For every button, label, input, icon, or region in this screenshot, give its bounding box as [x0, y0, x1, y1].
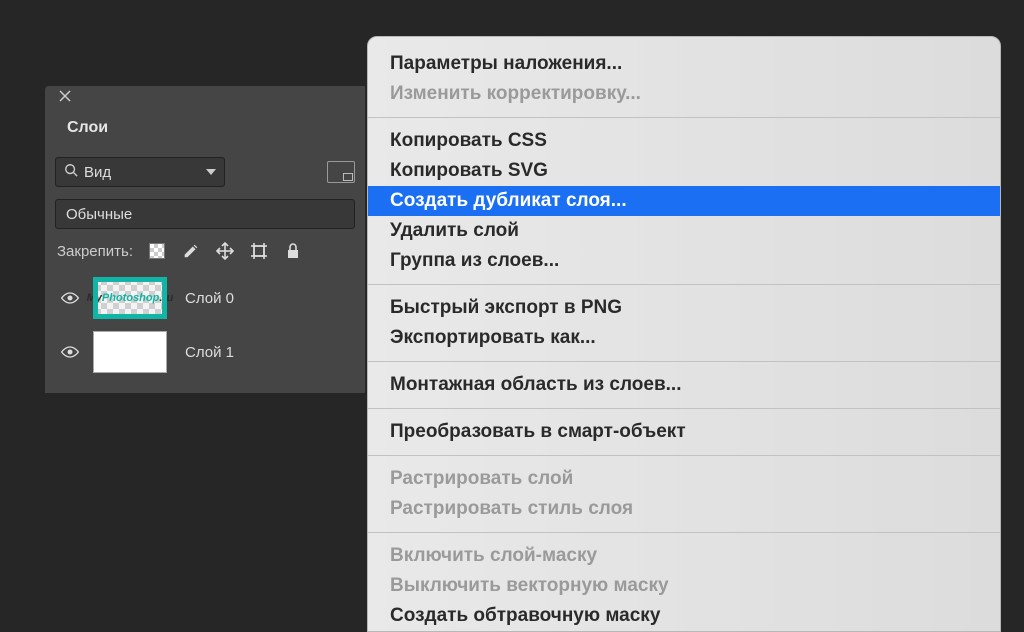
context-menu-item[interactable]: Преобразовать в смарт-объект: [368, 417, 1000, 447]
search-icon: [64, 163, 78, 181]
context-menu-item: Изменить корректировку...: [368, 79, 1000, 109]
context-menu-item: Растрировать стиль слоя: [368, 494, 1000, 524]
layer-thumbnail-0[interactable]: MyPhotoshop.ru: [93, 277, 167, 319]
context-menu-item[interactable]: Копировать CSS: [368, 126, 1000, 156]
lock-row: Закрепить:: [55, 241, 355, 261]
context-menu-item[interactable]: Удалить слой: [368, 216, 1000, 246]
context-menu-separator: [368, 284, 1000, 285]
layers-panel: Слои Вид Обычные Закрепить:: [45, 86, 365, 393]
context-menu-separator: [368, 532, 1000, 533]
layer-filter-dropdown[interactable]: Вид: [55, 157, 225, 187]
context-menu-item[interactable]: Параметры наложения...: [368, 37, 1000, 79]
lock-pixels-icon[interactable]: [181, 241, 201, 261]
context-menu-item: Растрировать слой: [368, 464, 1000, 494]
context-menu-separator: [368, 117, 1000, 118]
context-menu-separator: [368, 408, 1000, 409]
blend-mode-row: Обычные: [55, 199, 355, 229]
lock-all-icon[interactable]: [283, 241, 303, 261]
lock-transparency-icon[interactable]: [147, 241, 167, 261]
layer-thumbnail-1[interactable]: [93, 331, 167, 373]
lock-artboard-icon[interactable]: [249, 241, 269, 261]
context-menu-item[interactable]: Монтажная область из слоев...: [368, 370, 1000, 400]
lock-position-icon[interactable]: [215, 241, 235, 261]
blend-mode-dropdown[interactable]: Обычные: [55, 199, 355, 229]
panel-body: Вид Обычные Закрепить:: [45, 147, 365, 393]
chevron-down-icon: [206, 169, 216, 175]
context-menu-item[interactable]: Группа из слоев...: [368, 246, 1000, 276]
layer-context-menu: Параметры наложения...Изменить корректир…: [367, 36, 1001, 632]
tab-layers[interactable]: Слои: [49, 108, 126, 147]
close-panel-button[interactable]: [55, 86, 75, 106]
context-menu-item: Выключить векторную маску: [368, 571, 1000, 601]
lock-label: Закрепить:: [57, 243, 133, 260]
context-menu-separator: [368, 361, 1000, 362]
filter-image-toggle[interactable]: [327, 161, 355, 183]
layer-name-1[interactable]: Слой 1: [185, 344, 234, 361]
layer-row-1[interactable]: Слой 1: [55, 325, 355, 379]
context-menu-item: Включить слой-маску: [368, 541, 1000, 571]
context-menu-item[interactable]: Экспортировать как...: [368, 323, 1000, 353]
context-menu-item[interactable]: Создать дубликат слоя...: [368, 186, 1000, 216]
context-menu-separator: [368, 455, 1000, 456]
layer-row-0[interactable]: MyPhotoshop.ru Слой 0: [55, 271, 355, 325]
context-menu-item[interactable]: Создать обтравочную маску: [368, 601, 1000, 631]
context-menu-item[interactable]: Копировать SVG: [368, 156, 1000, 186]
layer-name-0[interactable]: Слой 0: [185, 290, 234, 307]
context-menu-item[interactable]: Быстрый экспорт в PNG: [368, 293, 1000, 323]
layer-filter-label: Вид: [84, 164, 200, 181]
blend-mode-label: Обычные: [66, 206, 344, 223]
visibility-toggle-0[interactable]: [57, 290, 83, 306]
visibility-toggle-1[interactable]: [57, 344, 83, 360]
panel-tabs: Слои: [45, 86, 365, 147]
layers-filter-row: Вид: [55, 157, 355, 187]
